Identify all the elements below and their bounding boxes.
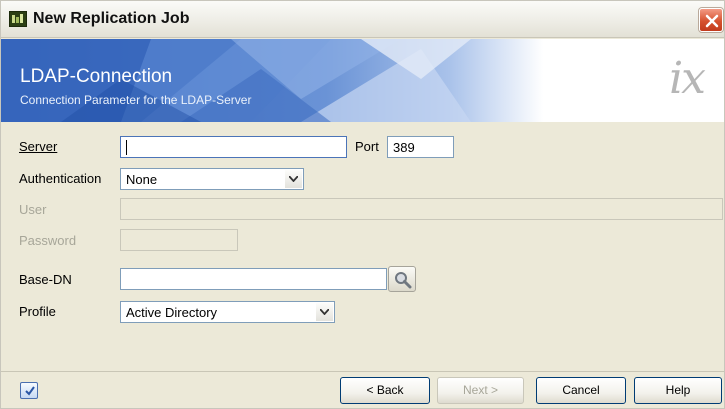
ix-logo: ix [669, 53, 706, 104]
profile-dropdown[interactable]: Active Directory [120, 301, 335, 323]
back-button[interactable]: < Back [340, 377, 430, 404]
profile-dropdown-arrow[interactable] [316, 303, 333, 321]
banner-title: LDAP-Connection [20, 66, 173, 87]
title-bar[interactable]: New Replication Job [1, 1, 724, 38]
window-title: New Replication Job [33, 10, 190, 27]
dialog-window: New Replication Job LDAP-Connection Conn… [0, 0, 725, 409]
base-dn-label: Base-DN [19, 272, 72, 287]
authentication-label: Authentication [19, 171, 101, 186]
profile-label-text: Profile [19, 304, 56, 319]
user-input [120, 198, 723, 220]
magnifier-icon [395, 272, 412, 289]
chevron-down-icon [320, 309, 329, 315]
password-label-text: Password [19, 233, 77, 248]
next-button[interactable]: Next > [437, 377, 524, 404]
server-input[interactable] [120, 136, 347, 158]
form-area: Server Port 389 Authentication None User [1, 122, 724, 371]
close-button[interactable] [699, 8, 723, 32]
authentication-label-text: Authentication [19, 171, 102, 186]
app-icon [9, 11, 27, 27]
base-dn-label-text: Base-DN [19, 272, 72, 287]
port-value: 389 [393, 140, 415, 155]
browse-base-dn-button[interactable] [388, 266, 416, 292]
footer-bar: < Back Next > Cancel Help [1, 372, 724, 408]
password-label: Password [19, 233, 76, 248]
profile-label: Profile [19, 304, 56, 319]
user-label: User [19, 202, 46, 217]
close-icon [705, 14, 719, 28]
help-button[interactable]: Help [634, 377, 722, 404]
authentication-dropdown[interactable]: None [120, 168, 304, 190]
chevron-down-icon [289, 176, 298, 182]
port-input[interactable]: 389 [387, 136, 454, 158]
base-dn-input[interactable] [120, 268, 387, 290]
port-label-text: Port [355, 139, 379, 154]
banner-subtitle: Connection Parameter for the LDAP-Server [20, 93, 252, 107]
server-label: Server [19, 139, 57, 154]
header-banner: LDAP-Connection Connection Parameter for… [1, 39, 724, 122]
context-help-icon[interactable] [20, 382, 38, 399]
note-check-icon [25, 386, 35, 396]
authentication-dropdown-arrow[interactable] [285, 170, 302, 188]
cancel-button[interactable]: Cancel [536, 377, 626, 404]
authentication-value: None [126, 172, 158, 187]
text-caret [126, 140, 127, 155]
password-input [120, 229, 238, 251]
server-label-text: Server [19, 139, 58, 154]
user-label-text: User [19, 202, 47, 217]
port-label: Port [355, 139, 379, 154]
profile-value: Active Directory [126, 305, 218, 320]
